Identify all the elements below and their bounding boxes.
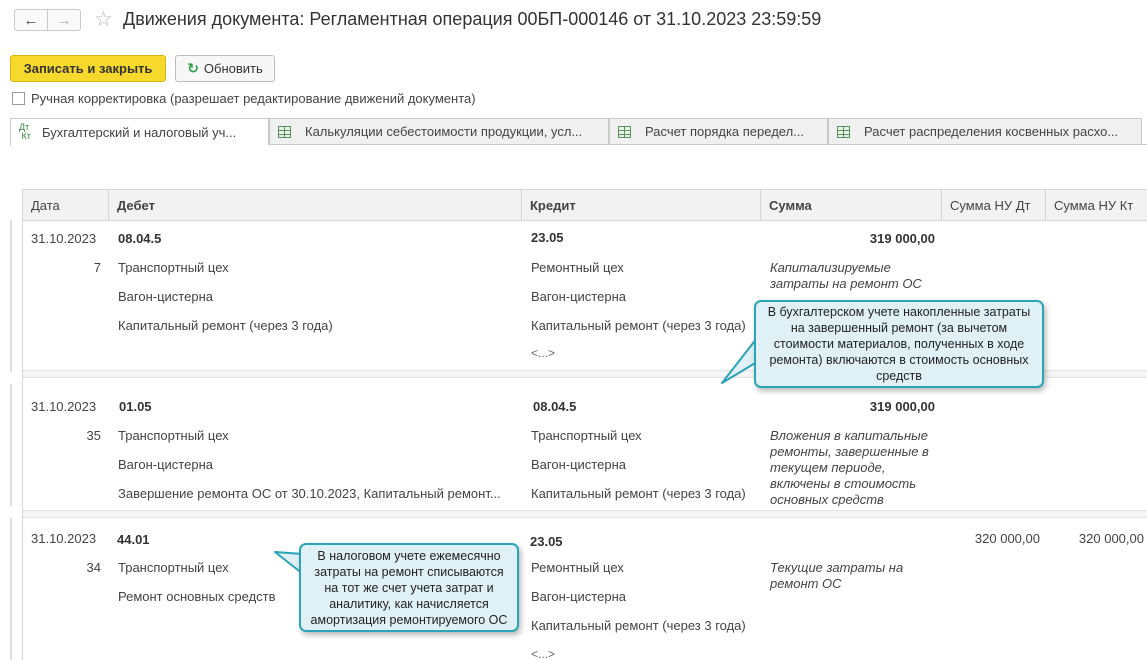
- col-amount-nu-dt[interactable]: Сумма НУ Дт: [942, 190, 1046, 221]
- dt-kt-icon: Дт Кт: [19, 122, 31, 141]
- page-title: Движения документа: Регламентная операци…: [123, 9, 822, 29]
- callout-accounting-note: В бухгалтерском учете накопленные затрат…: [754, 300, 1044, 388]
- credit-more: <...>: [531, 647, 556, 660]
- row-marker: [10, 220, 12, 372]
- col-amount[interactable]: Сумма: [761, 190, 942, 221]
- row-marker: [10, 518, 12, 660]
- row-marker: [10, 384, 12, 506]
- credit-subconto: Вагон-цистерна: [531, 289, 626, 304]
- debit-subconto: Вагон-цистерна: [118, 289, 213, 304]
- tab-accounting-tax[interactable]: Дт Кт Бухгалтерский и налоговый уч...: [10, 118, 269, 146]
- tab-label: Калькуляции себестоимости продукции, усл…: [305, 124, 583, 139]
- credit-subconto: Ремонтный цех: [531, 260, 624, 275]
- credit-subconto: Вагон-цистерна: [531, 589, 626, 604]
- entry-content: Вложения в капитальные ремонты, завершен…: [770, 428, 929, 506]
- row-date: 31.10.2023: [31, 399, 97, 414]
- table-icon: [837, 125, 850, 138]
- manual-correction-row: Ручная корректировка (разрешает редактир…: [12, 91, 476, 106]
- credit-account: 08.04.5: [533, 399, 577, 414]
- debit-subconto: Транспортный цех: [118, 428, 229, 443]
- debit-subconto: Транспортный цех: [118, 560, 229, 575]
- credit-subconto: Вагон-цистерна: [531, 457, 626, 472]
- debit-subconto: Транспортный цех: [118, 260, 229, 275]
- table-icon: [278, 125, 291, 138]
- arrow-left-icon: ←: [23, 11, 39, 29]
- refresh-button[interactable]: ↻ Обновить: [175, 55, 275, 82]
- debit-account: 01.05: [119, 399, 152, 414]
- debit-subconto: Ремонт основных средств: [118, 589, 276, 604]
- table-icon: [618, 125, 631, 138]
- debit-account: 08.04.5: [118, 231, 162, 246]
- manual-correction-label[interactable]: Ручная корректировка (разрешает редактир…: [31, 91, 476, 106]
- col-amount-nu-kt[interactable]: Сумма НУ Кт: [1046, 190, 1147, 221]
- debit-subconto: Вагон-цистерна: [118, 457, 213, 472]
- tab-label: Расчет порядка передел...: [645, 124, 805, 139]
- amount: 319 000,00: [869, 399, 935, 414]
- group-separator: [23, 510, 1147, 518]
- entry-content: Капитализируемые затраты на ремонт ОС: [770, 260, 922, 291]
- credit-account: 23.05: [530, 534, 563, 549]
- forward-button[interactable]: →: [47, 9, 81, 31]
- credit-more: <...>: [531, 346, 556, 360]
- col-debit[interactable]: Дебет: [109, 190, 522, 221]
- tab-label: Расчет распределения косвенных расхо...: [864, 124, 1119, 139]
- favorite-star-icon[interactable]: ☆: [94, 7, 113, 32]
- entries-table: Дата Дебет Кредит Сумма Сумма НУ Дт Сумм…: [22, 189, 1147, 660]
- entry-content: Текущие затраты на ремонт ОС: [770, 560, 904, 591]
- col-credit[interactable]: Кредит: [522, 190, 761, 221]
- credit-subconto: Капитальный ремонт (через 3 года): [531, 318, 746, 333]
- save-and-close-button[interactable]: Записать и закрыть: [10, 55, 166, 82]
- credit-subconto: Транспортный цех: [531, 428, 642, 443]
- register-tabs: Дт Кт Бухгалтерский и налоговый уч... Ка…: [10, 118, 1147, 146]
- amount-nu-kt: 320 000,00: [1078, 531, 1144, 546]
- debit-subconto: Завершение ремонта ОС от 30.10.2023, Кап…: [118, 486, 501, 501]
- credit-subconto: Капитальный ремонт (через 3 года): [531, 618, 746, 633]
- credit-subconto: Ремонтный цех: [531, 560, 624, 575]
- arrow-right-icon: →: [56, 11, 72, 29]
- tab-costing[interactable]: Калькуляции себестоимости продукции, усл…: [269, 118, 609, 145]
- credit-account: 23.05: [531, 230, 564, 245]
- tab-indirect-costs[interactable]: Расчет распределения косвенных расхо...: [828, 118, 1142, 145]
- col-date[interactable]: Дата: [23, 190, 109, 221]
- amount-nu-dt: 320 000,00: [974, 531, 1040, 546]
- title-bar: ← → ☆ Движения документа: Регламентная о…: [0, 0, 1147, 44]
- row-number: 35: [86, 428, 101, 443]
- table-header: Дата Дебет Кредит Сумма Сумма НУ Дт Сумм…: [23, 190, 1147, 221]
- debit-account: 44.01: [117, 532, 150, 547]
- refresh-label: Обновить: [203, 61, 263, 76]
- tab-processing-order[interactable]: Расчет порядка передел...: [609, 118, 828, 145]
- row-number: 34: [86, 560, 101, 575]
- refresh-icon: ↻: [187, 60, 199, 76]
- tab-label: Бухгалтерский и налоговый уч...: [42, 124, 237, 140]
- manual-correction-checkbox[interactable]: [12, 92, 25, 105]
- row-date: 31.10.2023: [31, 531, 97, 546]
- debit-subconto: Капитальный ремонт (через 3 года): [118, 318, 333, 333]
- callout-tax-note: В налоговом учете ежемесячно затраты на …: [299, 543, 519, 632]
- row-number: 7: [93, 260, 101, 275]
- row-date: 31.10.2023: [31, 231, 97, 246]
- back-button[interactable]: ←: [14, 9, 48, 31]
- credit-subconto: Капитальный ремонт (через 3 года): [531, 486, 746, 501]
- amount: 319 000,00: [869, 231, 935, 246]
